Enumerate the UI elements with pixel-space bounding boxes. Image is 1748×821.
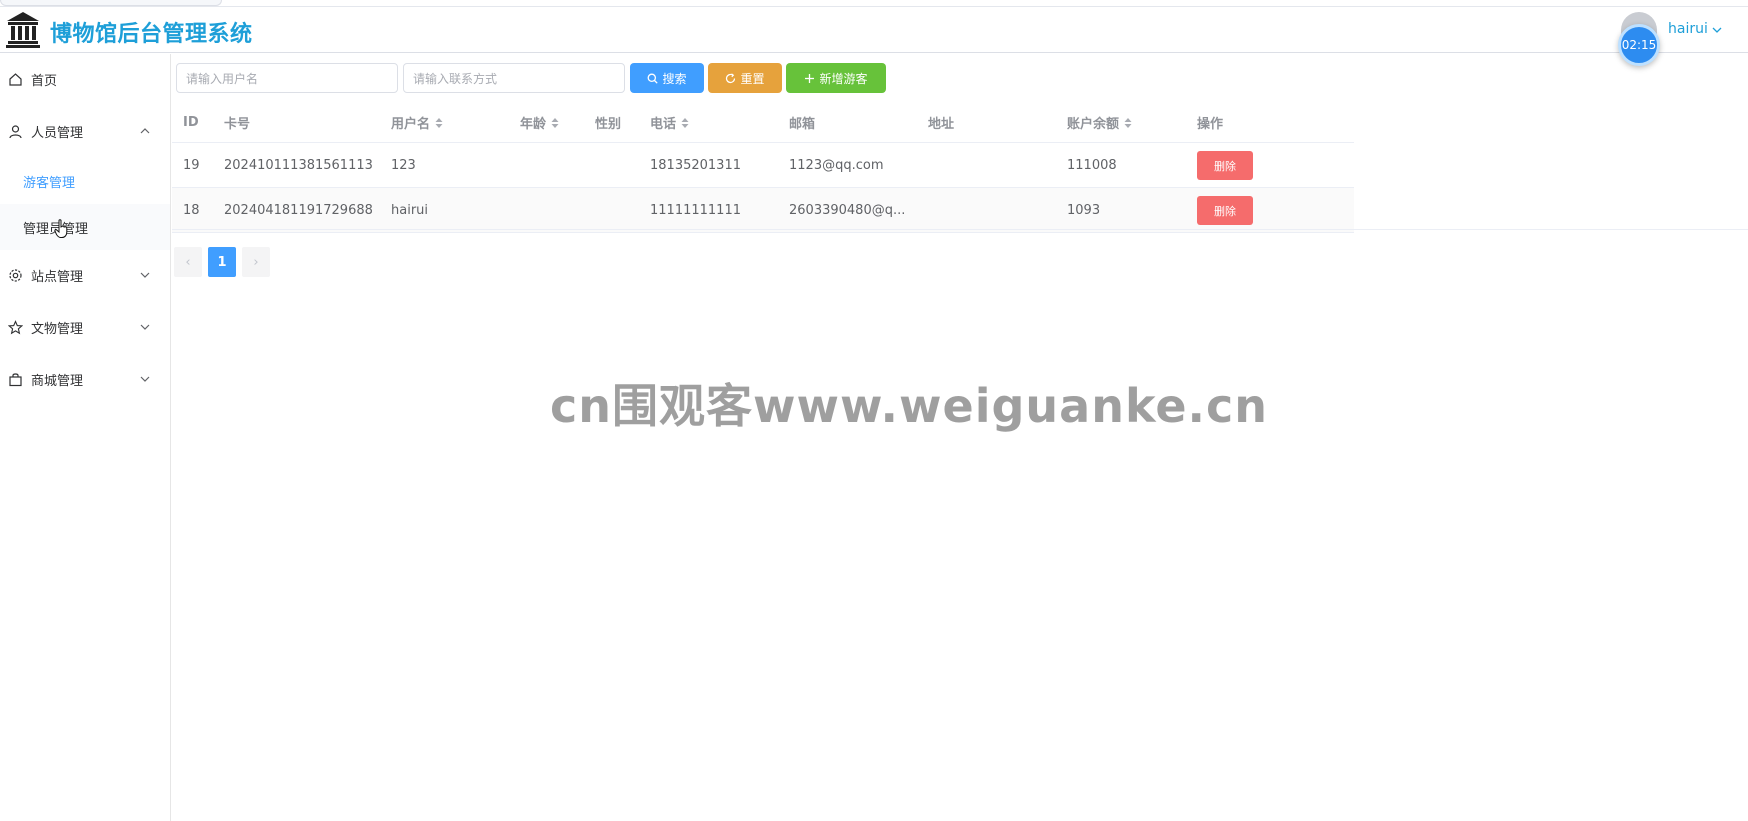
contact-search-input[interactable]: 请输入联系方式 — [403, 63, 625, 93]
sidebar-item-personnel[interactable]: 人员管理 — [0, 106, 170, 156]
reset-button-label: 重置 — [740, 71, 765, 86]
chevron-down-icon[interactable] — [1712, 25, 1722, 35]
table-bottom-divider — [172, 229, 1748, 230]
search-button[interactable]: 搜索 — [630, 63, 704, 93]
sidebar-item-label: 站点管理 — [31, 269, 84, 285]
bag-icon — [9, 372, 22, 386]
add-visitor-button[interactable]: 新增游客 — [786, 63, 886, 93]
sidebar-item-label: 商城管理 — [31, 373, 84, 389]
sidebar-item-label: 首页 — [31, 73, 58, 89]
sidebar-subitem-visitors[interactable]: 游客管理 — [0, 158, 170, 204]
chevron-down-icon — [140, 272, 150, 278]
sort-icon[interactable] — [681, 117, 689, 129]
delete-button[interactable]: 删除 — [1197, 196, 1253, 225]
column-header-age[interactable]: 年龄 — [520, 102, 559, 143]
hand-cursor-icon — [54, 219, 68, 238]
cell-username: hairui — [391, 203, 429, 218]
reset-button[interactable]: 重置 — [708, 63, 782, 93]
sidebar-subitem-label: 游客管理 — [23, 175, 76, 191]
sidebar-item-label: 文物管理 — [31, 321, 84, 337]
column-header-username[interactable]: 用户名 — [391, 102, 443, 143]
star-icon — [8, 319, 23, 334]
sidebar-subitem-admins[interactable]: 管理员管理 — [0, 204, 170, 250]
sort-icon[interactable] — [435, 117, 443, 129]
column-header-email: 邮箱 — [789, 117, 816, 132]
cell-balance: 1093 — [1067, 203, 1101, 218]
user-name[interactable]: hairui — [1668, 21, 1708, 37]
cell-phone: 11111111111 — [650, 203, 741, 218]
cell-actions: 删除 — [1197, 143, 1253, 188]
column-header-gender: 性别 — [595, 117, 622, 132]
avatar[interactable]: 02:15 — [1616, 12, 1662, 66]
table-row: 18 202404181191729688 hairui 11111111111… — [172, 188, 1354, 233]
cell-email: 2603390480@q... — [789, 203, 906, 218]
chevron-up-icon — [140, 128, 150, 134]
clock-badge: 02:15 — [1618, 24, 1660, 66]
app-header: 博物馆后台管理系统 02:15 hairui — [0, 7, 1748, 66]
cell-card: 202410111381561113 — [224, 158, 373, 173]
delete-button[interactable]: 删除 — [1197, 151, 1253, 180]
browser-top-strip — [0, 0, 1748, 7]
sidebar-item-sites[interactable]: 站点管理 — [0, 250, 170, 300]
column-header-actions: 操作 — [1197, 117, 1224, 132]
column-header-id: ID — [183, 115, 199, 130]
sort-icon[interactable] — [551, 117, 559, 129]
sidebar-item-shop[interactable]: 商城管理 — [0, 354, 170, 404]
cell-id: 19 — [183, 158, 200, 173]
chevron-down-icon — [140, 376, 150, 382]
museum-logo-icon — [6, 12, 40, 48]
plus-icon — [805, 73, 815, 83]
cell-actions: 删除 — [1197, 188, 1253, 233]
refresh-icon — [726, 72, 736, 83]
add-visitor-button-label: 新增游客 — [819, 71, 868, 86]
sidebar-item-label: 人员管理 — [31, 125, 84, 141]
cell-balance: 111008 — [1067, 158, 1117, 173]
page-1-button[interactable]: 1 — [208, 247, 236, 277]
home-icon — [9, 72, 22, 86]
next-page-button[interactable]: › — [242, 247, 270, 277]
search-button-label: 搜索 — [662, 71, 687, 86]
cell-card: 202404181191729688 — [224, 203, 373, 218]
chevron-down-icon — [140, 324, 150, 330]
column-header-balance[interactable]: 账户余额 — [1067, 102, 1132, 143]
search-icon — [648, 73, 659, 84]
prev-page-button[interactable]: ‹ — [174, 247, 202, 277]
sidebar: 首页 人员管理 游客管理 管理员管理 站点管理 文物管理 商城管理 — [0, 54, 171, 821]
table-row: 19 202410111381561113 123 18135201311 11… — [172, 143, 1354, 188]
table-header: ID 卡号 用户名 年龄 性别 电话 邮箱 地址 账户余额 操作 — [172, 102, 1354, 143]
browser-tab[interactable] — [0, 0, 222, 6]
gear-icon — [9, 268, 22, 282]
watermark: cn围观客www.weiguanke.cn — [550, 379, 1269, 433]
sidebar-item-home[interactable]: 首页 — [0, 54, 170, 104]
cell-phone: 18135201311 — [650, 158, 741, 173]
column-header-card: 卡号 — [224, 117, 251, 132]
column-header-phone[interactable]: 电话 — [650, 102, 689, 143]
sidebar-item-relics[interactable]: 文物管理 — [0, 302, 170, 352]
cell-id: 18 — [183, 203, 200, 218]
sort-icon[interactable] — [1124, 117, 1132, 129]
cell-email: 1123@qq.com — [789, 158, 884, 173]
user-icon — [9, 124, 22, 138]
column-header-address: 地址 — [928, 117, 955, 132]
cell-username: 123 — [391, 158, 416, 173]
app-title: 博物馆后台管理系统 — [50, 22, 253, 47]
username-search-input[interactable]: 请输入用户名 — [176, 63, 398, 93]
